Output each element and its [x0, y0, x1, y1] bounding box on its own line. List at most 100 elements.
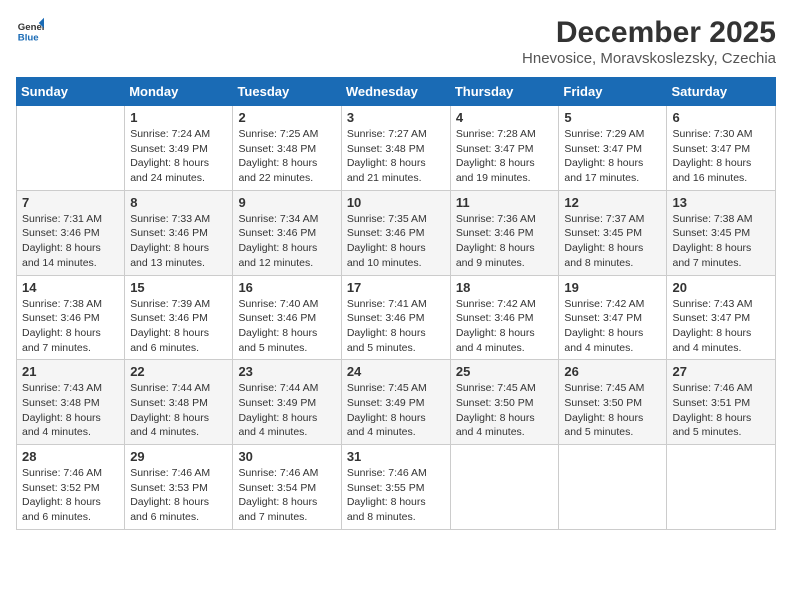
table-row: 8 Sunrise: 7:33 AM Sunset: 3:46 PM Daylig…	[125, 190, 233, 275]
calendar-week-row: 28 Sunrise: 7:46 AM Sunset: 3:52 PM Dayli…	[17, 445, 776, 530]
table-row: 28 Sunrise: 7:46 AM Sunset: 3:52 PM Dayli…	[17, 445, 125, 530]
day-info: Sunrise: 7:46 AM Sunset: 3:54 PM Dayligh…	[238, 466, 335, 525]
table-row: 12Sunrise: 7:37 AM Sunset: 3:45 PM Dayli…	[559, 190, 667, 275]
day-number: 3	[347, 110, 445, 125]
table-row: 6 Sunrise: 7:30 AM Sunset: 3:47 PM Daylig…	[667, 106, 776, 191]
day-number: 1	[130, 110, 227, 125]
day-info: Sunrise: 7:45 AM Sunset: 3:50 PM Dayligh…	[564, 381, 661, 440]
day-number: 18	[456, 280, 554, 295]
header: General Blue December 2025 Hnevosice, Mo…	[16, 16, 776, 67]
day-number: 5	[564, 110, 661, 125]
month-title: December 2025	[522, 16, 776, 50]
col-tuesday: Tuesday	[233, 78, 341, 106]
day-info: Sunrise: 7:37 AM Sunset: 3:45 PM Dayligh…	[564, 212, 661, 271]
table-row: 13 Sunrise: 7:38 AM Sunset: 3:45 PM Dayli…	[667, 190, 776, 275]
day-info: Sunrise: 7:46 AM Sunset: 3:52 PM Dayligh…	[22, 466, 119, 525]
table-row: 11Sunrise: 7:36 AM Sunset: 3:46 PM Dayli…	[450, 190, 559, 275]
day-info: Sunrise: 7:46 AM Sunset: 3:53 PM Dayligh…	[130, 466, 227, 525]
day-number: 21	[22, 364, 119, 379]
day-number: 28	[22, 449, 119, 464]
table-row: 23 Sunrise: 7:44 AM Sunset: 3:49 PM Dayli…	[233, 360, 341, 445]
table-row: 15 Sunrise: 7:39 AM Sunset: 3:46 PM Dayli…	[125, 275, 233, 360]
day-info: Sunrise: 7:45 AM Sunset: 3:50 PM Dayligh…	[456, 381, 554, 440]
day-number: 25	[456, 364, 554, 379]
col-saturday: Saturday	[667, 78, 776, 106]
day-info: Sunrise: 7:44 AM Sunset: 3:49 PM Dayligh…	[238, 381, 335, 440]
day-info: Sunrise: 7:46 AM Sunset: 3:51 PM Dayligh…	[672, 381, 770, 440]
calendar-header-row: Sunday Monday Tuesday Wednesday Thursday…	[17, 78, 776, 106]
col-friday: Friday	[559, 78, 667, 106]
table-row: 14Sunrise: 7:38 AM Sunset: 3:46 PM Dayli…	[17, 275, 125, 360]
col-wednesday: Wednesday	[341, 78, 450, 106]
day-info: Sunrise: 7:33 AM Sunset: 3:46 PM Dayligh…	[130, 212, 227, 271]
calendar-table: Sunday Monday Tuesday Wednesday Thursday…	[16, 77, 776, 530]
table-row: 31 Sunrise: 7:46 AM Sunset: 3:55 PM Dayli…	[341, 445, 450, 530]
table-row: 3Sunrise: 7:27 AM Sunset: 3:48 PM Daylig…	[341, 106, 450, 191]
day-info: Sunrise: 7:35 AM Sunset: 3:46 PM Dayligh…	[347, 212, 445, 271]
calendar-week-row: 21 Sunrise: 7:43 AM Sunset: 3:48 PM Dayli…	[17, 360, 776, 445]
day-info: Sunrise: 7:42 AM Sunset: 3:47 PM Dayligh…	[564, 297, 661, 356]
table-row	[559, 445, 667, 530]
table-row: 22 Sunrise: 7:44 AM Sunset: 3:48 PM Dayli…	[125, 360, 233, 445]
day-info: Sunrise: 7:30 AM Sunset: 3:47 PM Dayligh…	[672, 127, 770, 186]
day-number: 15	[130, 280, 227, 295]
table-row: 20Sunrise: 7:43 AM Sunset: 3:47 PM Dayli…	[667, 275, 776, 360]
table-row: 16 Sunrise: 7:40 AM Sunset: 3:46 PM Dayli…	[233, 275, 341, 360]
col-sunday: Sunday	[17, 78, 125, 106]
day-info: Sunrise: 7:46 AM Sunset: 3:55 PM Dayligh…	[347, 466, 445, 525]
table-row: 4 Sunrise: 7:28 AM Sunset: 3:47 PM Daylig…	[450, 106, 559, 191]
table-row: 21 Sunrise: 7:43 AM Sunset: 3:48 PM Dayli…	[17, 360, 125, 445]
day-info: Sunrise: 7:24 AM Sunset: 3:49 PM Dayligh…	[130, 127, 227, 186]
day-number: 6	[672, 110, 770, 125]
day-info: Sunrise: 7:39 AM Sunset: 3:46 PM Dayligh…	[130, 297, 227, 356]
day-number: 31	[347, 449, 445, 464]
page-container: General Blue December 2025 Hnevosice, Mo…	[0, 0, 792, 612]
day-number: 14	[22, 280, 119, 295]
title-block: December 2025 Hnevosice, Moravskoslezsky…	[522, 16, 776, 67]
table-row	[667, 445, 776, 530]
table-row: 25 Sunrise: 7:45 AM Sunset: 3:50 PM Dayli…	[450, 360, 559, 445]
day-info: Sunrise: 7:36 AM Sunset: 3:46 PM Dayligh…	[456, 212, 554, 271]
table-row: 17 Sunrise: 7:41 AM Sunset: 3:46 PM Dayli…	[341, 275, 450, 360]
day-number: 10	[347, 195, 445, 210]
day-info: Sunrise: 7:40 AM Sunset: 3:46 PM Dayligh…	[238, 297, 335, 356]
day-info: Sunrise: 7:43 AM Sunset: 3:48 PM Dayligh…	[22, 381, 119, 440]
table-row: 30 Sunrise: 7:46 AM Sunset: 3:54 PM Dayli…	[233, 445, 341, 530]
table-row: 29Sunrise: 7:46 AM Sunset: 3:53 PM Dayli…	[125, 445, 233, 530]
day-number: 4	[456, 110, 554, 125]
logo: General Blue	[16, 16, 44, 44]
calendar-week-row: 1 Sunrise: 7:24 AM Sunset: 3:49 PM Daylig…	[17, 106, 776, 191]
location-title: Hnevosice, Moravskoslezsky, Czechia	[522, 50, 776, 67]
table-row: 9Sunrise: 7:34 AM Sunset: 3:46 PM Daylig…	[233, 190, 341, 275]
day-info: Sunrise: 7:31 AM Sunset: 3:46 PM Dayligh…	[22, 212, 119, 271]
calendar-week-row: 14Sunrise: 7:38 AM Sunset: 3:46 PM Dayli…	[17, 275, 776, 360]
day-number: 27	[672, 364, 770, 379]
day-info: Sunrise: 7:44 AM Sunset: 3:48 PM Dayligh…	[130, 381, 227, 440]
day-number: 30	[238, 449, 335, 464]
table-row: 5Sunrise: 7:29 AM Sunset: 3:47 PM Daylig…	[559, 106, 667, 191]
table-row	[450, 445, 559, 530]
day-number: 16	[238, 280, 335, 295]
day-number: 2	[238, 110, 335, 125]
table-row: 24 Sunrise: 7:45 AM Sunset: 3:49 PM Dayli…	[341, 360, 450, 445]
day-number: 22	[130, 364, 227, 379]
day-info: Sunrise: 7:41 AM Sunset: 3:46 PM Dayligh…	[347, 297, 445, 356]
day-number: 24	[347, 364, 445, 379]
day-number: 13	[672, 195, 770, 210]
col-thursday: Thursday	[450, 78, 559, 106]
day-info: Sunrise: 7:28 AM Sunset: 3:47 PM Dayligh…	[456, 127, 554, 186]
table-row: 27 Sunrise: 7:46 AM Sunset: 3:51 PM Dayli…	[667, 360, 776, 445]
day-number: 23	[238, 364, 335, 379]
table-row: 1 Sunrise: 7:24 AM Sunset: 3:49 PM Daylig…	[125, 106, 233, 191]
day-number: 9	[238, 195, 335, 210]
calendar-week-row: 7Sunrise: 7:31 AM Sunset: 3:46 PM Daylig…	[17, 190, 776, 275]
day-info: Sunrise: 7:45 AM Sunset: 3:49 PM Dayligh…	[347, 381, 445, 440]
day-info: Sunrise: 7:38 AM Sunset: 3:45 PM Dayligh…	[672, 212, 770, 271]
table-row	[17, 106, 125, 191]
table-row: 18Sunrise: 7:42 AM Sunset: 3:46 PM Dayli…	[450, 275, 559, 360]
day-number: 19	[564, 280, 661, 295]
day-number: 17	[347, 280, 445, 295]
day-info: Sunrise: 7:25 AM Sunset: 3:48 PM Dayligh…	[238, 127, 335, 186]
day-number: 8	[130, 195, 227, 210]
day-number: 20	[672, 280, 770, 295]
